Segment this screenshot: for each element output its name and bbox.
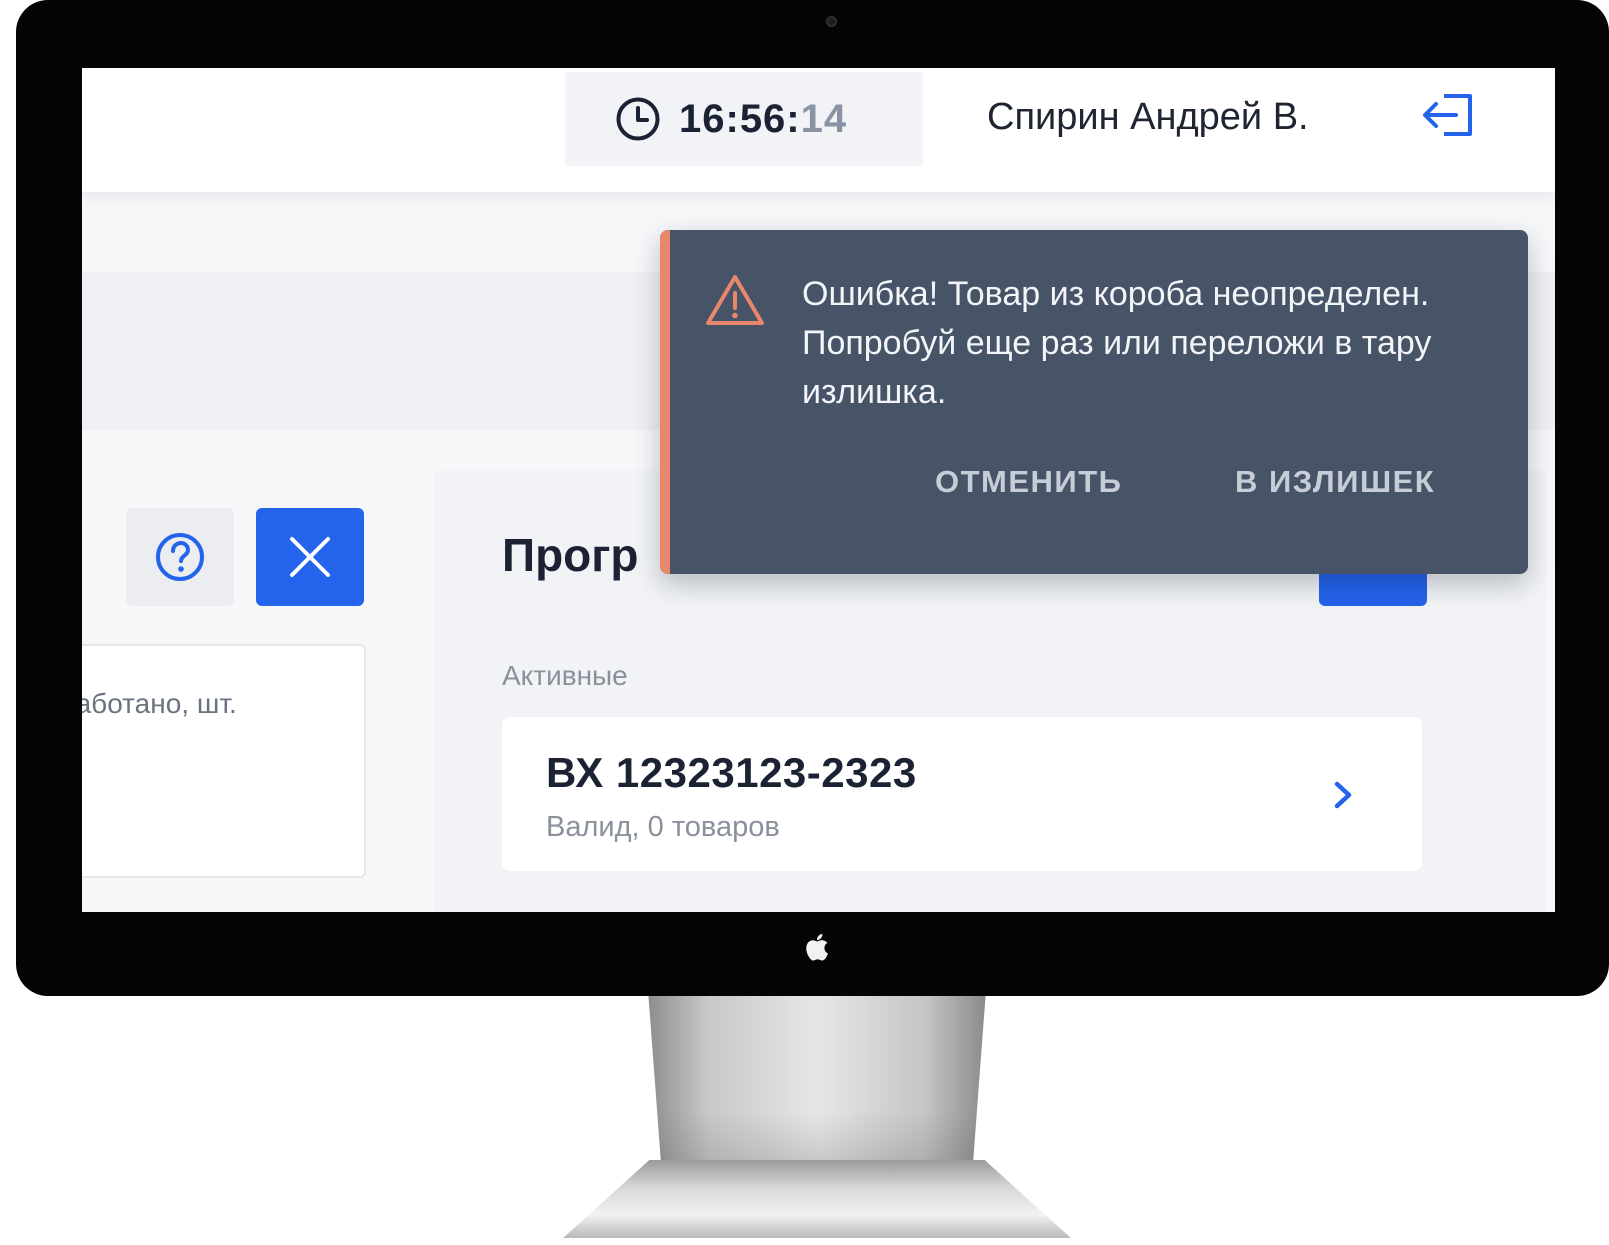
warning-icon: [706, 275, 764, 325]
section-label-active: Активные: [502, 660, 628, 691]
clock-widget: 16:56:14: [565, 72, 923, 166]
processed-stat-card: бработано, шт. 0: [82, 644, 366, 878]
close-button[interactable]: [256, 508, 364, 606]
stat-label: бработано, шт.: [82, 688, 237, 719]
help-icon: [156, 533, 204, 581]
cancel-button[interactable]: ОТМЕНИТЬ: [935, 464, 1122, 500]
list-item-subtitle: Валид, 0 товаров: [546, 811, 780, 843]
user-name: Спирин Андрей В.: [987, 96, 1309, 138]
clock-icon: [616, 97, 660, 141]
clock-hours-minutes: 16:56:: [679, 96, 801, 141]
monitor-stand-base: [563, 1160, 1071, 1238]
panel-title: Прогр: [502, 529, 639, 581]
list-item-title: ВХ 12323123-2323: [546, 749, 917, 796]
help-button[interactable]: [126, 508, 234, 606]
logout-icon[interactable]: [1420, 90, 1478, 140]
toast-accent-stripe: [660, 230, 670, 574]
list-item[interactable]: ВХ 12323123-2323 Валид, 0 товаров: [502, 717, 1422, 871]
move-to-surplus-button[interactable]: В ИЗЛИШЕК: [1235, 464, 1435, 500]
apple-logo-icon: [806, 933, 828, 961]
clock-seconds: 14: [800, 96, 848, 141]
clock-time: 16:56:14: [679, 97, 847, 142]
screen: 16:56:14 Спирин Андрей В. бработано, шт.…: [82, 68, 1555, 912]
toast-message: Ошибка! Товар из короба неопределен. Поп…: [802, 275, 1432, 411]
monitor-stand-neck: [648, 990, 986, 1170]
close-icon: [290, 537, 330, 577]
webcam: [826, 16, 837, 27]
top-bar: 16:56:14 Спирин Андрей В.: [82, 68, 1555, 192]
error-toast: Ошибка! Товар из короба неопределен. Поп…: [660, 230, 1528, 574]
chevron-right-icon: [1334, 781, 1352, 809]
